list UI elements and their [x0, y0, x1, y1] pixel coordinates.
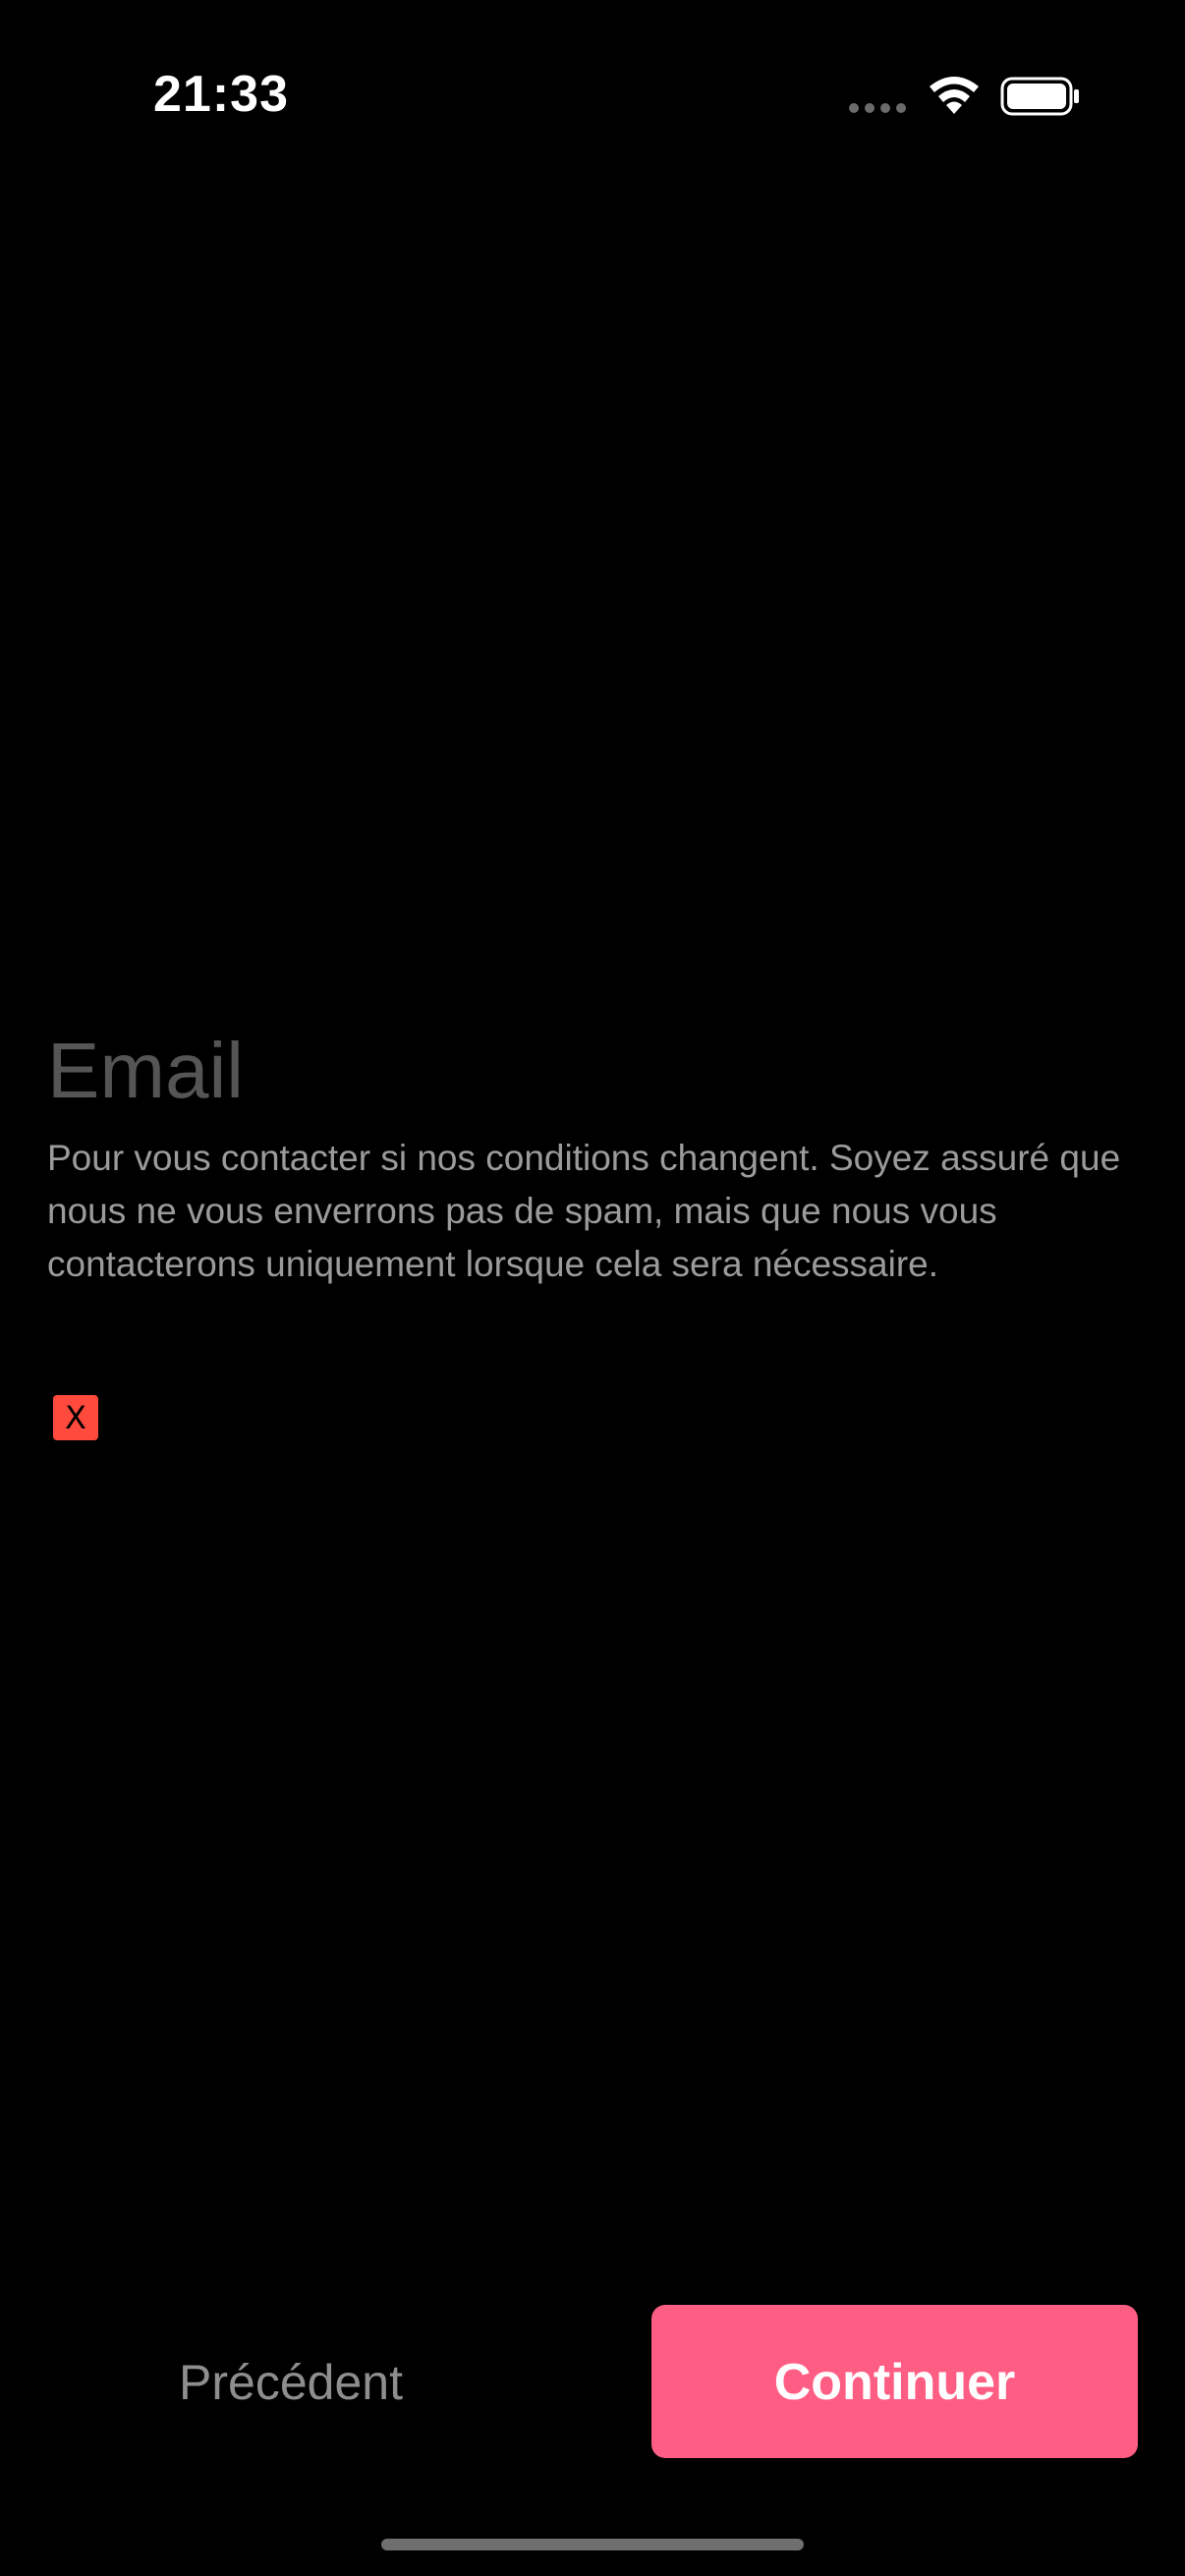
home-indicator[interactable]: [381, 2539, 804, 2550]
signal-icon: [849, 103, 908, 115]
email-description: Pour vous contacter si nos conditions ch…: [47, 1138, 1121, 1284]
status-bar: 21:33: [0, 0, 1185, 187]
wifi-icon: [930, 77, 979, 114]
error-icon: X: [53, 1395, 98, 1440]
battery-icon: [1000, 77, 1079, 116]
page-title: Email: [47, 1027, 245, 1114]
back-button[interactable]: Précédent: [118, 2305, 464, 2458]
status-time: 21:33: [153, 66, 289, 123]
continue-button[interactable]: Continuer: [651, 2305, 1138, 2458]
